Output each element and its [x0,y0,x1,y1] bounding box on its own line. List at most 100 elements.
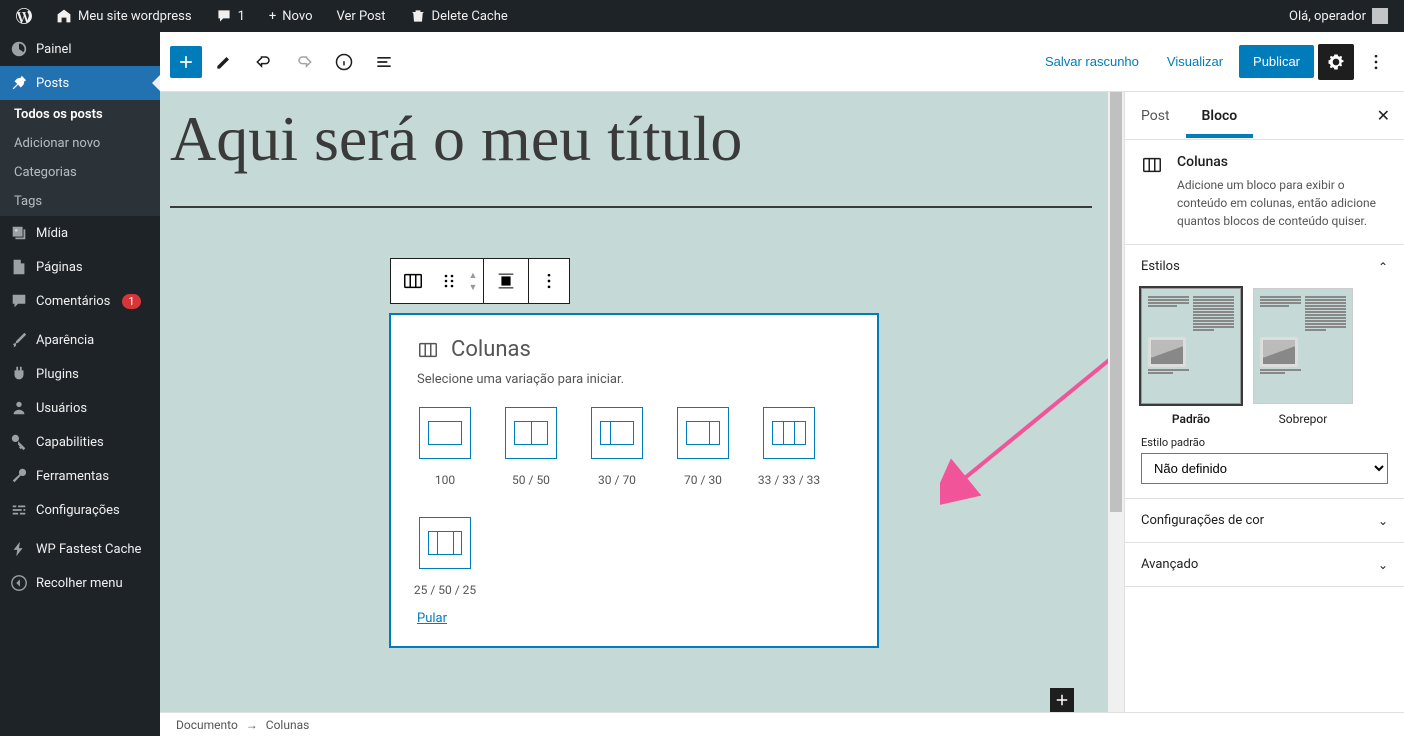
post-title[interactable]: Aqui será o meu título [160,92,1108,206]
avatar [1372,8,1388,24]
variation-option[interactable]: 33 / 33 / 33 [761,407,817,487]
bolt-icon [10,540,28,558]
append-block-button[interactable] [1050,688,1074,712]
skip-link[interactable]: Pular [417,611,447,626]
key-icon [10,433,28,451]
sidebar-item-plugins[interactable]: Plugins [0,357,160,391]
sidebar-item-users[interactable]: Usuários [0,391,160,425]
breadcrumb-doc[interactable]: Documento [176,718,238,732]
delete-cache-link[interactable]: Delete Cache [402,0,516,32]
move-updown[interactable]: ▲▼ [463,259,483,303]
sidebar-item-tools[interactable]: Ferramentas [0,459,160,493]
style-default[interactable]: Padrão [1141,288,1241,426]
site-name-link[interactable]: Meu site wordpress [48,0,200,32]
info-button[interactable] [326,44,362,80]
sidebar-sub-categories[interactable]: Categorias [0,158,160,187]
new-content-link[interactable]: + Novo [261,0,321,32]
block-toolbar: ▲▼ [390,258,570,304]
sidebar-item-posts[interactable]: Posts [0,66,160,100]
sidebar-sub-tags[interactable]: Tags [0,187,160,216]
pin-icon [10,74,28,92]
variation-option[interactable]: 70 / 30 [675,407,731,487]
canvas-scrollbar[interactable] [1108,92,1124,712]
settings-button[interactable] [1318,44,1354,80]
brush-icon [10,331,28,349]
align-button[interactable] [484,259,528,303]
placeholder-instruction: Selecione uma variação para iniciar. [417,372,851,387]
editor-header: Salvar rascunho Visualizar Publicar [160,32,1404,92]
sidebar-item-settings[interactable]: Configurações [0,493,160,527]
sidebar-collapse[interactable]: Recolher menu [0,566,160,600]
chevron-up-icon: ▲ [469,270,478,280]
breadcrumb-block[interactable]: Colunas [266,718,310,732]
variation-label: 33 / 33 / 33 [758,473,820,487]
save-draft-button[interactable]: Salvar rascunho [1033,44,1151,79]
sidebar-item-appearance[interactable]: Aparência [0,323,160,357]
outline-button[interactable] [366,44,402,80]
inspector-block-title: Colunas [1177,154,1388,170]
variation-option[interactable]: 30 / 70 [589,407,645,487]
block-type-button[interactable] [391,259,435,303]
inspector-block-desc: Adicione um bloco para exibir o conteúdo… [1177,176,1388,230]
advanced-panel-toggle[interactable]: Avançado ⌄ [1125,543,1404,586]
styles-panel-toggle[interactable]: Estilos ⌃ [1125,245,1404,288]
default-style-select[interactable]: Não definido [1141,453,1388,484]
home-icon [56,8,72,24]
sliders-icon [10,501,28,519]
plus-icon: + [269,9,276,24]
variation-label: 25 / 50 / 25 [414,583,476,597]
variation-option[interactable]: 25 / 50 / 25 [417,517,473,597]
comments-link[interactable]: 1 [208,0,253,32]
comment-icon [216,8,232,24]
dashboard-icon [10,40,28,58]
new-label: Novo [282,9,312,24]
sidebar-sub-all-posts[interactable]: Todos os posts [0,100,160,129]
close-inspector-button[interactable]: ✕ [1363,92,1404,139]
plugin-icon [10,365,28,383]
sidebar-item-pages[interactable]: Páginas [0,250,160,284]
collapse-icon [10,574,28,592]
comment-icon [10,292,28,310]
chevron-up-icon: ⌃ [1378,260,1388,274]
edit-mode-button[interactable] [206,44,242,80]
variation-option[interactable]: 50 / 50 [503,407,559,487]
add-block-toggle[interactable] [170,46,202,78]
user-greeting[interactable]: Olá, operador [1281,0,1396,32]
preview-button[interactable]: Visualizar [1155,44,1235,79]
admin-bar: Meu site wordpress 1 + Novo Ver Post Del… [0,0,1404,32]
block-more-button[interactable] [529,259,569,303]
more-button[interactable] [1358,44,1394,80]
sidebar-item-comments[interactable]: Comentários 1 [0,284,160,318]
redo-button[interactable] [286,44,322,80]
chevron-down-icon: ⌄ [1378,558,1388,572]
publish-button[interactable]: Publicar [1239,45,1314,78]
chevron-down-icon: ⌄ [1378,514,1388,528]
trash-icon [410,8,426,24]
variation-label: 30 / 70 [598,473,636,487]
undo-button[interactable] [246,44,282,80]
chevron-down-icon: ▼ [469,282,478,292]
wrench-icon [10,467,28,485]
editor-canvas[interactable]: Aqui será o meu título ▲▼ [160,92,1108,712]
site-name-text: Meu site wordpress [78,9,192,24]
sidebar-item-capabilities[interactable]: Capabilities [0,425,160,459]
wp-logo[interactable] [8,0,40,32]
sidebar-item-dashboard[interactable]: Painel [0,32,160,66]
users-icon [10,399,28,417]
columns-placeholder: Colunas Selecione uma variação para inic… [390,314,878,647]
color-panel-toggle[interactable]: Configurações de cor ⌄ [1125,499,1404,542]
page-icon [10,258,28,276]
drag-handle[interactable] [435,259,463,303]
block-breadcrumb: Documento → Colunas [160,712,1404,736]
sidebar-item-wpfc[interactable]: WP Fastest Cache [0,532,160,566]
admin-sidebar: Painel Posts Todos os posts Adicionar no… [0,32,160,736]
view-post-link[interactable]: Ver Post [329,0,394,32]
style-overlay[interactable]: Sobrepor [1253,288,1353,426]
sidebar-item-media[interactable]: Mídia [0,216,160,250]
tab-block[interactable]: Bloco [1186,94,1254,138]
tab-post[interactable]: Post [1125,94,1186,138]
variation-option[interactable]: 100 [417,407,473,487]
sidebar-sub-add-new[interactable]: Adicionar novo [0,129,160,158]
variation-label: 100 [435,473,455,487]
variation-label: 50 / 50 [512,473,550,487]
